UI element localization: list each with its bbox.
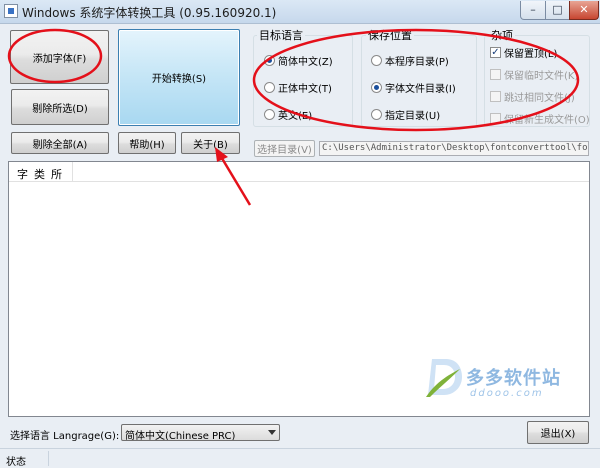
exit-button[interactable]: 退出(X)	[527, 421, 589, 444]
close-button[interactable]: ✕	[569, 1, 599, 20]
option-label: 英文(E)	[278, 111, 313, 122]
radio-program-dir[interactable]: 本程序目录(P)	[371, 53, 449, 68]
status-text: 状态	[6, 457, 26, 468]
list-header: 字类所	[9, 162, 589, 182]
option-label: 本程序目录(P)	[385, 57, 449, 68]
title-bar: Windows 系统字体转换工具 (0.95.160920.1) – □ ✕	[0, 0, 600, 24]
status-divider	[48, 451, 49, 466]
help-button[interactable]: 帮助(H)	[118, 132, 176, 154]
window-title: Windows 系统字体转换工具 (0.95.160920.1)	[22, 6, 277, 20]
radio-icon	[264, 109, 275, 120]
language-select[interactable]: 简体中文(Chinese PRC)	[121, 424, 280, 441]
column-header[interactable]: 字类所	[9, 162, 73, 182]
radio-selected-icon	[264, 55, 275, 66]
maximize-button[interactable]: □	[545, 1, 570, 20]
option-label: 正体中文(T)	[278, 84, 332, 95]
check-keep-new-files[interactable]: 保留新生成文件(O)	[490, 111, 590, 126]
chevron-down-icon	[268, 430, 276, 435]
option-label: 保留临时文件(K)	[504, 71, 579, 82]
radio-simplified-chinese[interactable]: 简体中文(Z)	[264, 53, 333, 68]
option-label: 保留新生成文件(O)	[504, 115, 590, 126]
minimize-button[interactable]: –	[520, 1, 546, 20]
option-label: 保留置顶(L)	[504, 49, 558, 60]
misc-label: 杂项	[489, 27, 515, 43]
choose-dir-button[interactable]: 选择目录(V)	[254, 140, 315, 157]
about-button[interactable]: 关于(B)	[181, 132, 240, 154]
output-path-field[interactable]: C:\Users\Administrator\Desktop\fontconve…	[319, 141, 589, 156]
remove-all-button[interactable]: 剔除全部(A)	[11, 132, 109, 154]
check-keep-temp-files[interactable]: 保留临时文件(K)	[490, 67, 578, 82]
option-label: 指定目录(U)	[385, 111, 441, 122]
radio-specified-dir[interactable]: 指定目录(U)	[371, 107, 440, 122]
status-bar: 状态	[0, 448, 600, 468]
remove-selected-button[interactable]: 剔除所选(D)	[11, 89, 109, 125]
checkbox-icon	[490, 69, 501, 80]
watermark-logo-icon	[426, 359, 462, 397]
target-language-label: 目标语言	[257, 27, 305, 43]
check-keep-on-top[interactable]: ✓ 保留置顶(L)	[490, 45, 557, 60]
app-icon	[4, 4, 18, 18]
radio-selected-icon	[371, 82, 382, 93]
option-label: 字体文件目录(I)	[385, 84, 456, 95]
radio-icon	[371, 109, 382, 120]
radio-english[interactable]: 英文(E)	[264, 107, 312, 122]
radio-icon	[371, 55, 382, 66]
check-skip-same-files[interactable]: 跳过相同文件(J)	[490, 89, 575, 104]
save-location-label: 保存位置	[366, 27, 414, 43]
checkbox-icon	[490, 91, 501, 102]
language-select-label: 选择语言 Langrage(G):	[10, 431, 120, 442]
checkbox-icon	[490, 113, 501, 124]
option-label: 简体中文(Z)	[278, 57, 333, 68]
language-select-value: 简体中文(Chinese PRC)	[125, 431, 236, 441]
start-convert-button[interactable]: 开始转换(S)	[118, 29, 240, 126]
watermark-text: 多多软件站	[466, 368, 561, 389]
watermark-subtext: ddooo.com	[470, 388, 544, 399]
radio-icon	[264, 82, 275, 93]
checkmark-icon: ✓	[490, 47, 501, 58]
radio-font-file-dir[interactable]: 字体文件目录(I)	[371, 80, 456, 95]
app-window: Windows 系统字体转换工具 (0.95.160920.1) – □ ✕ 添…	[0, 0, 600, 468]
option-label: 跳过相同文件(J)	[504, 93, 575, 104]
radio-traditional-chinese[interactable]: 正体中文(T)	[264, 80, 332, 95]
add-font-button[interactable]: 添加字体(F)	[10, 30, 109, 84]
